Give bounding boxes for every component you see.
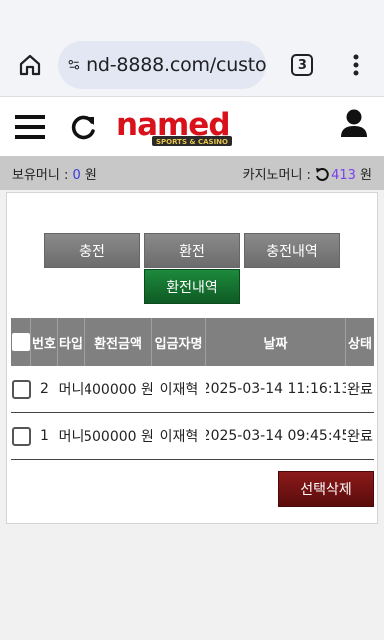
more-vert-icon <box>353 54 359 76</box>
table-row: 2 머니 400000 원 이재혁 2025-03-14 11:16:13 완료 <box>11 366 374 413</box>
col-depositor: 입금자명 <box>152 318 206 366</box>
row-select-cell <box>11 413 31 459</box>
row-checkbox[interactable] <box>11 426 31 446</box>
row-date: 2025-03-14 11:16:13 <box>206 381 346 397</box>
select-all-cell <box>11 318 31 366</box>
row-amount: 400000 원 <box>85 382 152 398</box>
tab-switcher-button[interactable]: 3 <box>282 45 322 85</box>
refresh-icon[interactable] <box>70 113 98 141</box>
tab-count: 3 <box>291 54 314 76</box>
row-date: 2025-03-14 09:45:45 <box>206 428 346 444</box>
select-all-checkbox[interactable] <box>11 333 30 351</box>
casino-money-unit: 원 <box>355 167 372 183</box>
tab-exchange-history[interactable]: 환전내역 <box>144 269 240 304</box>
site-header: named SPORTS & CASINO <box>0 96 384 156</box>
home-icon <box>19 54 40 76</box>
holding-money: 보유머니 : 0 원 <box>12 164 97 183</box>
row-number: 2 <box>40 381 49 397</box>
row-checkbox[interactable] <box>11 379 31 399</box>
col-number: 번호 <box>31 318 58 366</box>
site-logo[interactable]: named SPORTS & CASINO <box>114 107 270 149</box>
hamburger-menu-icon[interactable] <box>15 114 45 140</box>
col-date: 날짜 <box>206 318 346 366</box>
home-button[interactable] <box>10 45 50 85</box>
exchange-history-table: 번호 타입 환전금액 입금자명 날짜 상태 2 머니 400000 원 이재혁 … <box>11 318 374 460</box>
url-text: nd-8888.com/custo <box>86 54 267 76</box>
browser-toolbar: nd-8888.com/custo 3 <box>0 34 384 96</box>
tab-charge-history[interactable]: 충전내역 <box>244 233 340 268</box>
holding-money-label: 보유머니 : <box>12 167 73 183</box>
row-depositor: 이재혁 <box>159 429 199 445</box>
tab-charge[interactable]: 충전 <box>44 233 140 268</box>
table-header: 번호 타입 환전금액 입금자명 날짜 상태 <box>11 318 374 366</box>
site-settings-icon[interactable] <box>68 54 80 76</box>
col-type: 타입 <box>58 318 85 366</box>
casino-money-label: 카지노머니 : <box>242 167 316 183</box>
casino-money: 카지노머니 : 413 원 <box>243 164 372 183</box>
holding-money-unit: 원 <box>80 167 97 183</box>
exchange-history-panel: 충전 환전 충전내역 환전내역 번호 타입 환전금액 입금자명 날짜 상태 2 … <box>6 192 378 524</box>
row-status: 완료 <box>347 429 373 445</box>
row-amount: 500000 원 <box>85 429 152 445</box>
user-icon[interactable] <box>339 108 369 138</box>
row-depositor: 이재혁 <box>159 382 199 398</box>
col-status: 상태 <box>348 336 372 352</box>
status-bar <box>0 0 384 34</box>
address-bar[interactable]: nd-8888.com/custo <box>57 41 267 89</box>
row-status: 완료 <box>347 382 373 398</box>
col-amount: 환전금액 <box>85 318 152 366</box>
row-type: 머니 <box>58 429 85 445</box>
delete-selected-button[interactable]: 선택삭제 <box>278 471 374 507</box>
browser-menu-button[interactable] <box>338 45 374 85</box>
row-select-cell <box>11 366 31 412</box>
logo-subtext: SPORTS & CASINO <box>156 138 228 146</box>
table-row: 1 머니 500000 원 이재혁 2025-03-14 09:45:45 완료 <box>11 413 374 460</box>
casino-money-value: 413 <box>331 167 356 183</box>
tab-exchange[interactable]: 환전 <box>144 233 240 268</box>
holding-money-value: 0 <box>72 167 81 183</box>
casino-refresh-icon[interactable] <box>315 167 329 181</box>
money-bar: 보유머니 : 0 원 카지노머니 : 413 원 <box>0 156 384 190</box>
row-type: 머니 <box>58 382 85 398</box>
row-number: 1 <box>40 428 49 444</box>
